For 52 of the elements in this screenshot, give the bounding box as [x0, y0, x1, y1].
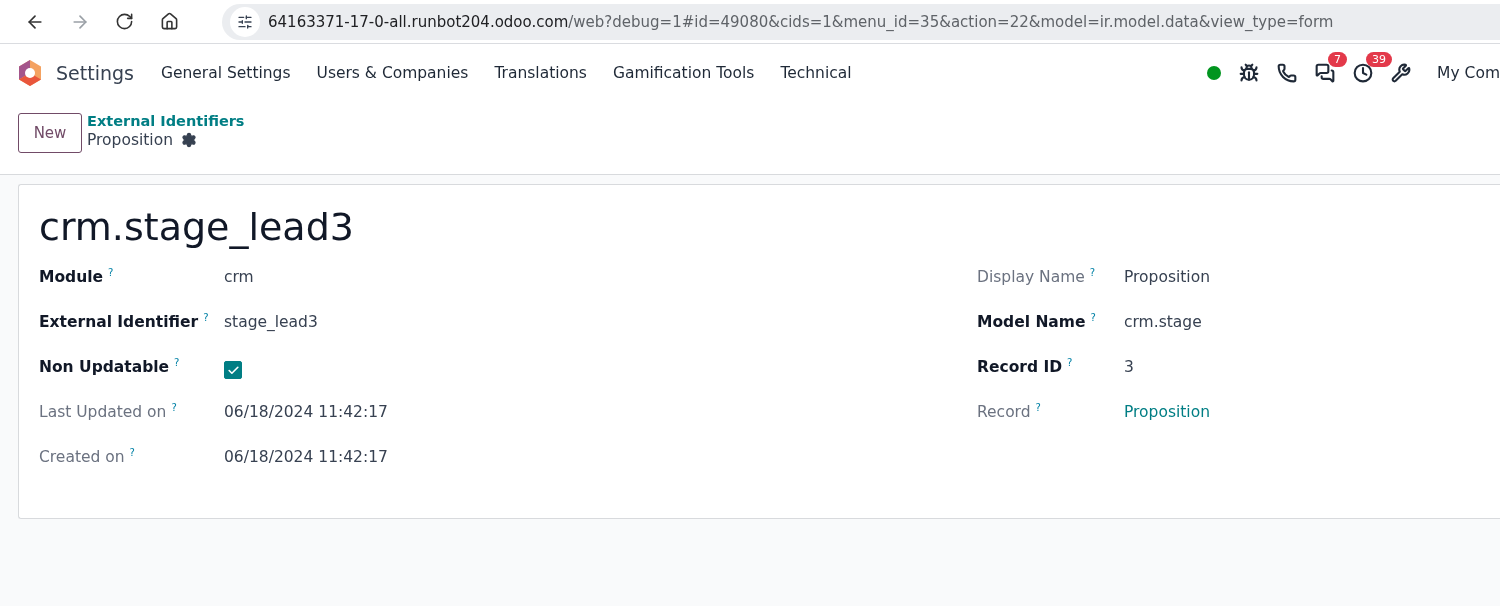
field-value: stage_lead3 [224, 313, 318, 331]
help-tooltip[interactable]: ? [1067, 357, 1073, 368]
menu-item[interactable]: Translations [481, 64, 600, 82]
field-label: External Identifier [39, 313, 199, 332]
field-value: crm.stage [1124, 313, 1202, 331]
settings-icon[interactable] [181, 132, 197, 148]
record-link[interactable]: Proposition [1124, 403, 1210, 421]
field-value: Proposition [1124, 268, 1210, 286]
tools-icon[interactable] [1391, 63, 1412, 83]
breadcrumb-link[interactable]: External Identifiers [87, 113, 245, 129]
field-value: crm [224, 268, 254, 286]
breadcrumb-current: Proposition [87, 131, 173, 149]
field-value: 06/18/2024 11:42:17 [224, 448, 388, 466]
counter-badge: 7 [1328, 52, 1348, 67]
menu-item[interactable]: General Settings [147, 64, 304, 82]
help-tooltip[interactable]: ? [203, 312, 209, 323]
field-label: Record ID [977, 358, 1063, 377]
phone-icon[interactable] [1277, 63, 1298, 83]
site-settings-icon[interactable] [230, 6, 260, 37]
app-name[interactable]: Settings [56, 62, 134, 84]
field-value: 06/18/2024 11:42:17 [224, 403, 388, 421]
field-label: Model Name [977, 313, 1086, 332]
address-bar[interactable]: 64163371-17-0-all.runbot204.odoo.com/web?debug=1#id=49080&cids=1&menu_id=35&action=22&model=ir.model.data&view_type=form [222, 3, 1500, 40]
clock-icon[interactable] [1353, 63, 1374, 83]
app-logo[interactable] [16, 59, 44, 87]
record-title: crm.stage_lead3 [39, 205, 355, 249]
checkbox[interactable] [224, 361, 242, 379]
help-tooltip[interactable]: ? [174, 357, 180, 368]
help-tooltip[interactable]: ? [1089, 267, 1096, 278]
status-dot [1207, 66, 1222, 80]
check-icon [226, 363, 240, 377]
help-tooltip[interactable]: ? [129, 447, 135, 458]
bug-icon[interactable] [1239, 63, 1260, 83]
menu-item[interactable]: Technical [767, 64, 865, 82]
field-label: Module [39, 268, 104, 287]
url-text: 64163371-17-0-all.runbot204.odoo.com/web?debug=1#id=49080&cids=1&menu_id=35&action=22&model=ir.model.data&view_type=form [268, 12, 1334, 31]
field-label: Last Updated on [39, 403, 167, 422]
help-tooltip[interactable]: ? [1090, 312, 1096, 323]
field-label: Non Updatable [39, 358, 170, 377]
help-tooltip[interactable]: ? [171, 402, 177, 413]
help-tooltip[interactable]: ? [108, 267, 114, 278]
new-button[interactable]: New [18, 113, 82, 153]
menu-item[interactable]: Gamification Tools [599, 64, 768, 82]
field-label: Display Name [977, 268, 1085, 287]
field-label: Created on [39, 448, 125, 467]
company-switcher[interactable]: My Com [1437, 64, 1500, 82]
chat-icon[interactable] [1315, 63, 1336, 83]
menu-item[interactable]: Users & Companies [303, 64, 482, 82]
field-label: Record [977, 403, 1031, 422]
field-value: 3 [1124, 358, 1134, 376]
help-tooltip[interactable]: ? [1035, 402, 1041, 413]
counter-badge: 39 [1366, 52, 1393, 67]
